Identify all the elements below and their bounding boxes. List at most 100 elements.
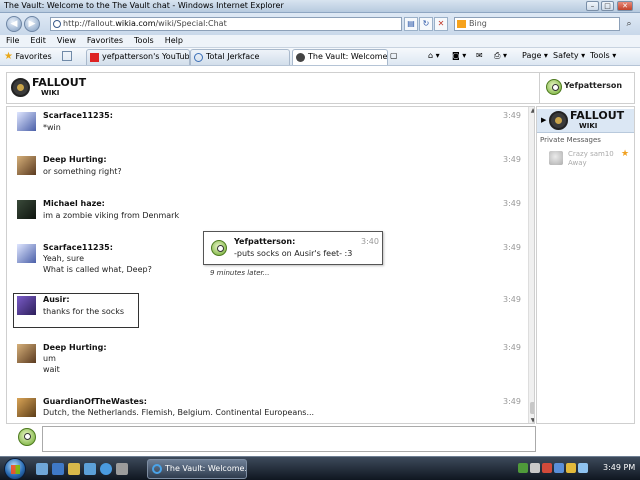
avatar[interactable]: [17, 398, 36, 417]
menu-tools[interactable]: Tools: [128, 35, 159, 45]
media-player-icon[interactable]: [84, 463, 96, 475]
message-user[interactable]: Scarface11235:: [43, 111, 113, 120]
menu-favorites[interactable]: Favorites: [81, 35, 128, 45]
security-icon[interactable]: [542, 463, 552, 473]
message-user[interactable]: Scarface11235:: [43, 243, 113, 252]
menu-edit[interactable]: Edit: [24, 35, 51, 45]
switch-windows-icon[interactable]: [52, 463, 64, 475]
tab-youtube[interactable]: yefpatterson's YouTube ...: [86, 49, 190, 65]
ie-page-icon: [194, 53, 203, 62]
tab-label: yefpatterson's YouTube ...: [102, 52, 190, 61]
volume-icon[interactable]: [530, 463, 540, 473]
message-user[interactable]: Michael haze:: [43, 199, 105, 208]
message-time: 3:49: [503, 397, 521, 406]
internet-explorer-icon[interactable]: [100, 463, 112, 475]
scroll-thumb[interactable]: [530, 402, 534, 414]
search-placeholder: Bing: [469, 19, 487, 28]
self-avatar: [18, 428, 36, 446]
scroll-down-icon[interactable]: ▼: [529, 417, 534, 423]
menu-help[interactable]: Help: [159, 35, 188, 45]
home-icon[interactable]: ⌂ ▾: [428, 51, 440, 60]
expand-arrow-icon: ▶: [541, 116, 547, 124]
taskbar: The Vault: Welcome... 3:49 PM: [0, 456, 640, 480]
message-text: um: [43, 354, 56, 363]
message-user[interactable]: GuardianOfTheWastes:: [43, 397, 147, 406]
address-input[interactable]: http://fallout.wikia.com/wiki/Special:Ch…: [50, 17, 402, 31]
chat-scrollbar[interactable]: ▲ ▼: [528, 107, 534, 423]
message-user[interactable]: Deep Hurting:: [43, 343, 107, 352]
refresh-button[interactable]: ↻: [419, 17, 433, 31]
current-user-name: Yefpatterson: [564, 81, 623, 90]
menu-view[interactable]: View: [51, 35, 81, 45]
avatar[interactable]: [17, 200, 36, 219]
chat-header: FALLOUT WIKI Yefpatterson: [6, 72, 635, 104]
scroll-up-icon[interactable]: ▲: [529, 107, 534, 115]
taskbar-window-button[interactable]: The Vault: Welcome...: [147, 459, 247, 479]
stop-button[interactable]: ✕: [434, 17, 448, 31]
minimize-button[interactable]: –: [586, 1, 599, 11]
maximize-button[interactable]: □: [601, 1, 614, 11]
tray-app-icon[interactable]: [566, 463, 576, 473]
avatar[interactable]: [17, 244, 36, 263]
favorites-button[interactable]: ★ Favorites: [4, 51, 52, 62]
mail-icon[interactable]: ✉: [476, 51, 483, 60]
chat-message-highlighted: Ausir: thanks for the socks 3:49: [7, 293, 522, 333]
network-icon[interactable]: [518, 463, 528, 473]
room-logo-title: FALLOUT: [570, 109, 625, 122]
search-input[interactable]: Bing: [454, 17, 620, 31]
safety-menu[interactable]: Safety ▾: [553, 51, 585, 60]
message-user[interactable]: Deep Hurting:: [43, 155, 107, 164]
new-tab-button[interactable]: ▢: [390, 51, 398, 60]
search-button[interactable]: ⌕: [622, 17, 636, 31]
tools-menu[interactable]: Tools ▾: [590, 51, 616, 60]
page-content: FALLOUT WIKI Yefpatterson Scarface11235:…: [0, 66, 640, 456]
message-user[interactable]: Ausir:: [43, 295, 70, 304]
avatar[interactable]: [17, 296, 36, 315]
show-desktop-icon[interactable]: [36, 463, 48, 475]
room-header[interactable]: ▶ FALLOUT WIKI: [537, 109, 634, 133]
menu-file[interactable]: File: [0, 35, 24, 45]
current-user[interactable]: Yefpatterson: [539, 73, 636, 103]
message-input[interactable]: [42, 426, 536, 452]
tab-the-vault[interactable]: The Vault: Welcome ...: [292, 49, 388, 65]
favorites-label: Favorites: [15, 52, 52, 61]
tab-label: Total Jerkface: [206, 52, 260, 61]
fallout-wiki-logo[interactable]: FALLOUT WIKI: [11, 77, 86, 99]
close-window-button[interactable]: ✕: [617, 1, 633, 11]
message-text: thanks for the socks: [43, 307, 124, 316]
avatar[interactable]: [17, 344, 36, 363]
battery-icon[interactable]: [578, 463, 588, 473]
message-text: or something right?: [43, 167, 122, 176]
avatar: [549, 151, 563, 165]
window-title: The Vault: Welcome to the The Vault chat…: [4, 1, 284, 10]
compatibility-view-button[interactable]: ▤: [404, 17, 418, 31]
taskbar-window-label: The Vault: Welcome...: [165, 464, 247, 473]
pm-user-item[interactable]: Crazy sam10 Away ★: [537, 148, 634, 176]
logo-subtitle: WIKI: [41, 89, 60, 97]
message-text: wait: [43, 365, 60, 374]
popup-avatar: [211, 240, 227, 256]
popup-time: 3:40: [361, 237, 379, 246]
avatar[interactable]: [17, 112, 36, 131]
forward-button[interactable]: ▶: [24, 16, 40, 32]
explorer-icon[interactable]: [68, 463, 80, 475]
message-text: What is called what, Deep?: [43, 265, 152, 274]
clock[interactable]: 3:49 PM: [603, 463, 635, 472]
quicklaunch-more-icon[interactable]: [116, 463, 128, 475]
fallout-favicon-icon: [296, 53, 305, 62]
feeds-icon[interactable]: ◙ ▾: [452, 51, 466, 60]
message-time: 3:49: [503, 295, 521, 304]
back-button[interactable]: ◀: [6, 16, 22, 32]
quick-tabs-icon[interactable]: [62, 51, 72, 61]
chat-messages-panel[interactable]: Scarface11235: *win 3:49 Deep Hurting: o…: [6, 106, 535, 424]
update-icon[interactable]: [554, 463, 564, 473]
chat-message: Scarface11235: *win 3:49: [7, 109, 522, 149]
page-menu[interactable]: Page ▾: [522, 51, 548, 60]
tab-total-jerkface[interactable]: Total Jerkface: [190, 49, 290, 65]
compat-icon: ▤: [407, 19, 415, 28]
quoted-message-popup: Yefpatterson: -puts socks on Ausir's fee…: [203, 231, 383, 265]
avatar[interactable]: [17, 156, 36, 175]
start-button[interactable]: [4, 458, 26, 480]
gear-logo-icon: [11, 78, 30, 97]
print-icon[interactable]: ⎙ ▾: [494, 51, 507, 61]
